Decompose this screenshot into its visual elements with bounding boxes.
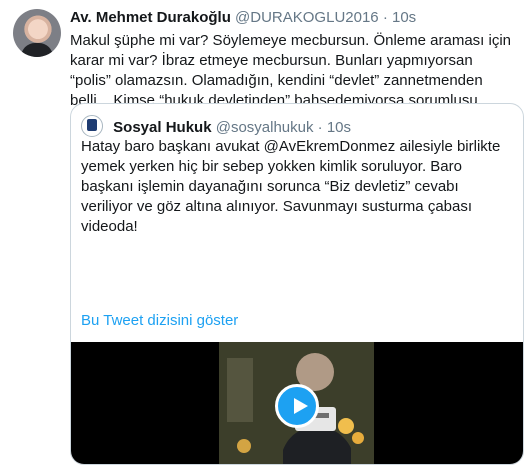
quoted-tweet-time[interactable]: 10s <box>327 119 351 136</box>
video-player[interactable] <box>71 342 523 464</box>
quoted-tweet-text: Hatay baro başkanı avukat @AvEkremDonmez… <box>81 138 501 235</box>
tweet-time[interactable]: 10s <box>392 9 416 26</box>
quoted-author-avatar[interactable] <box>81 115 103 137</box>
tweet[interactable]: Av. Mehmet Durakoğlu @DURAKOGLU2016 · 10… <box>0 0 532 465</box>
tweet-header: Av. Mehmet Durakoğlu @DURAKOGLU2016 · 10… <box>70 9 416 27</box>
author-name[interactable]: Av. Mehmet Durakoğlu <box>70 9 231 26</box>
author-handle[interactable]: @DURAKOGLU2016 <box>235 9 379 26</box>
author-avatar[interactable] <box>13 9 61 57</box>
show-thread-link[interactable]: Bu Tweet dizisini göster <box>81 311 238 331</box>
separator-dot: · <box>382 9 388 26</box>
quoted-tweet[interactable]: Sosyal Hukuk @sosyalhukuk · 10s Hatay ba… <box>70 103 524 465</box>
quoted-separator-dot: · <box>317 119 323 136</box>
quoted-tweet-header: Sosyal Hukuk @sosyalhukuk · 10s <box>81 115 351 137</box>
play-icon[interactable] <box>275 384 319 428</box>
quoted-author-handle[interactable]: @sosyalhukuk <box>216 119 314 136</box>
quoted-author-name[interactable]: Sosyal Hukuk <box>113 119 211 136</box>
